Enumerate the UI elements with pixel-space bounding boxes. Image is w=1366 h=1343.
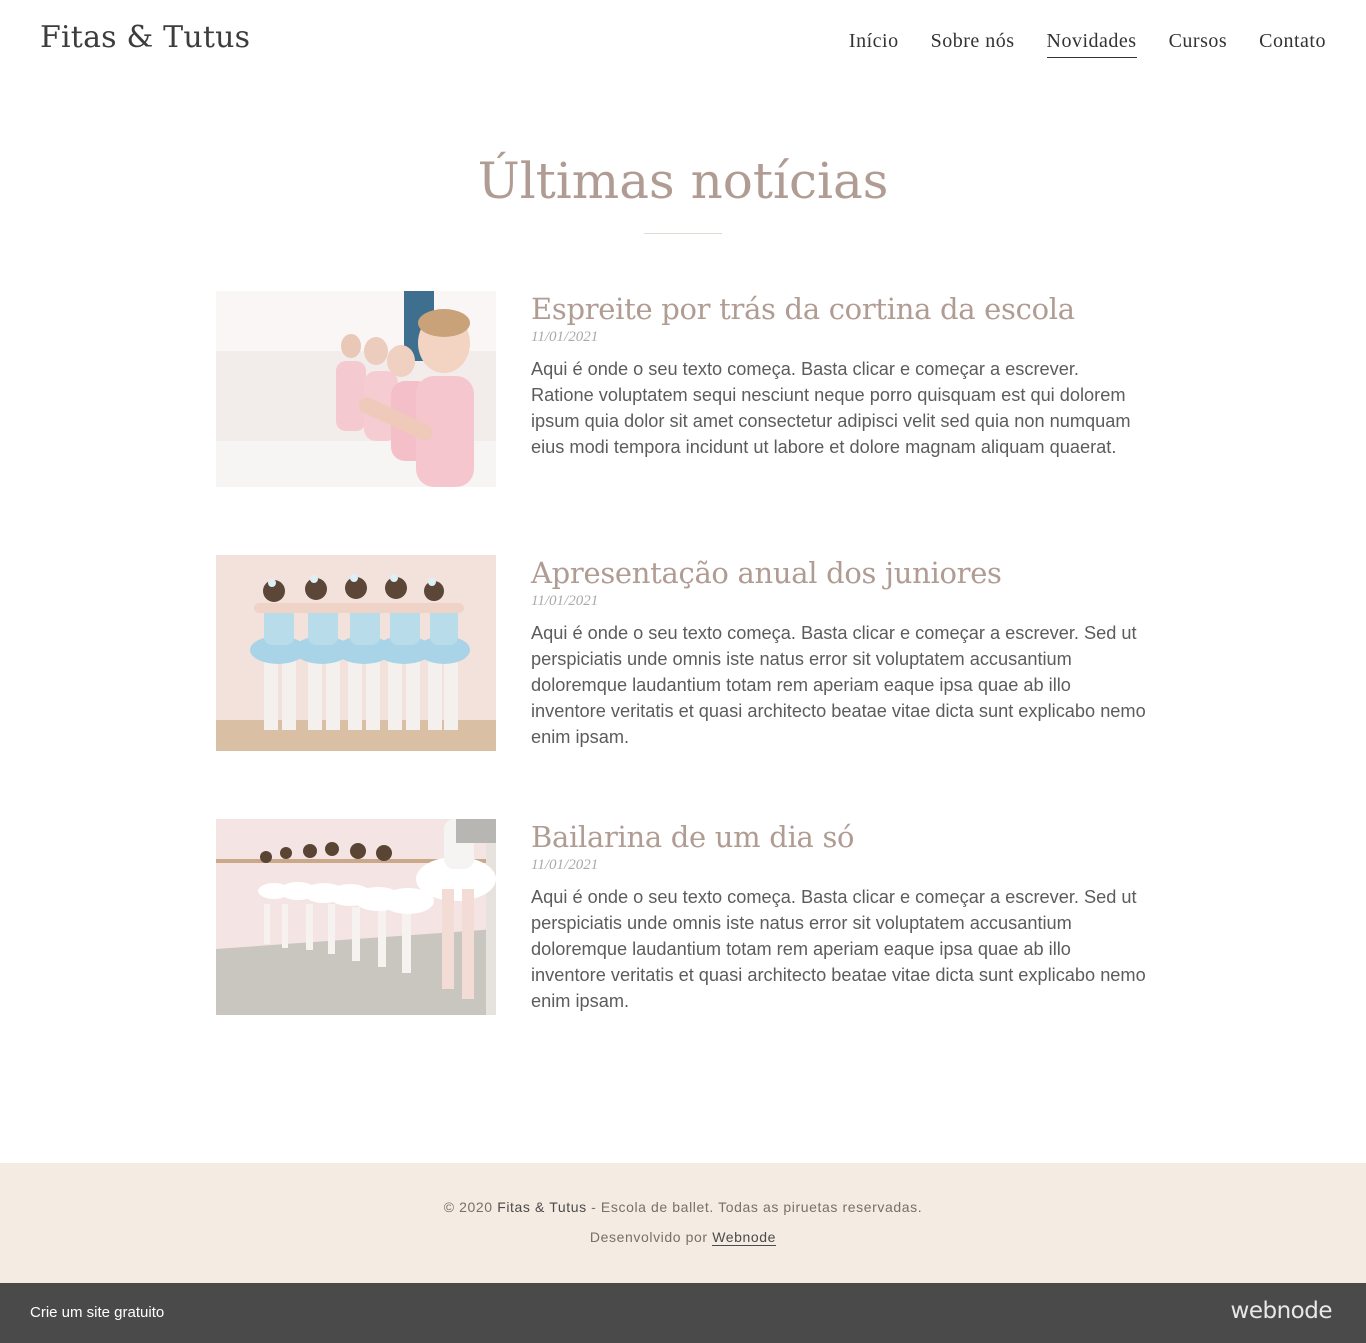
- promo-bar: Crie um site gratuito webnode: [0, 1283, 1366, 1343]
- site-logo[interactable]: Fitas & Tutus: [40, 20, 250, 55]
- article-excerpt: Aqui é onde o seu texto começa. Basta cl…: [531, 623, 1146, 747]
- article-title[interactable]: Bailarina de um dia só: [531, 819, 1146, 855]
- article-image[interactable]: [216, 291, 496, 487]
- nav-item-sobre-nos[interactable]: Sobre nós: [931, 30, 1015, 58]
- article-content: Bailarina de um dia só 11/01/2021 Aqui é…: [531, 819, 1146, 1014]
- article-title[interactable]: Apresentação anual dos juniores: [531, 555, 1146, 591]
- article-excerpt: Aqui é onde o seu texto começa. Basta cl…: [531, 887, 1146, 1011]
- nav-item-contato[interactable]: Contato: [1259, 30, 1326, 58]
- copyright-prefix: © 2020: [443, 1199, 498, 1215]
- site-header: Fitas & Tutus Início Sobre nós Novidades…: [0, 0, 1366, 84]
- article-content: Espreite por trás da cortina da escola 1…: [531, 291, 1146, 460]
- nav-item-cursos[interactable]: Cursos: [1169, 30, 1228, 58]
- webnode-link[interactable]: Webnode: [712, 1229, 777, 1246]
- article-date: 11/01/2021: [531, 329, 599, 345]
- copyright-line: © 2020 Fitas & Tutus - Escola de ballet.…: [0, 1199, 1366, 1215]
- article-image[interactable]: [216, 819, 496, 1015]
- title-divider: [644, 233, 722, 234]
- page-title: Últimas notícias: [477, 152, 889, 210]
- create-site-link[interactable]: Crie um site gratuito: [30, 1304, 164, 1321]
- article-date: 11/01/2021: [531, 857, 599, 873]
- developed-by-line: Desenvolvido por Webnode: [0, 1229, 1366, 1246]
- main-nav: Início Sobre nós Novidades Cursos Contat…: [849, 30, 1326, 58]
- article-title[interactable]: Espreite por trás da cortina da escola: [531, 291, 1146, 327]
- developed-by-label: Desenvolvido por: [589, 1229, 713, 1245]
- article-excerpt: Aqui é onde o seu texto começa. Basta cl…: [531, 359, 1131, 457]
- nav-item-inicio[interactable]: Início: [849, 30, 899, 58]
- webnode-logo[interactable]: webnode: [1231, 1298, 1333, 1324]
- article-image[interactable]: [216, 555, 496, 751]
- copyright-suffix: - Escola de ballet. Todas as piruetas re…: [586, 1199, 923, 1215]
- footer-brand: Fitas & Tutus: [497, 1199, 587, 1215]
- article-content: Apresentação anual dos juniores 11/01/20…: [531, 555, 1146, 750]
- article-item: Bailarina de um dia só 11/01/2021 Aqui é…: [216, 819, 1146, 1019]
- nav-item-novidades[interactable]: Novidades: [1046, 30, 1137, 58]
- article-item: Apresentação anual dos juniores 11/01/20…: [216, 555, 1146, 755]
- article-date: 11/01/2021: [531, 593, 599, 609]
- site-footer: © 2020 Fitas & Tutus - Escola de ballet.…: [0, 1163, 1366, 1283]
- article-item: Espreite por trás da cortina da escola 1…: [216, 291, 1146, 491]
